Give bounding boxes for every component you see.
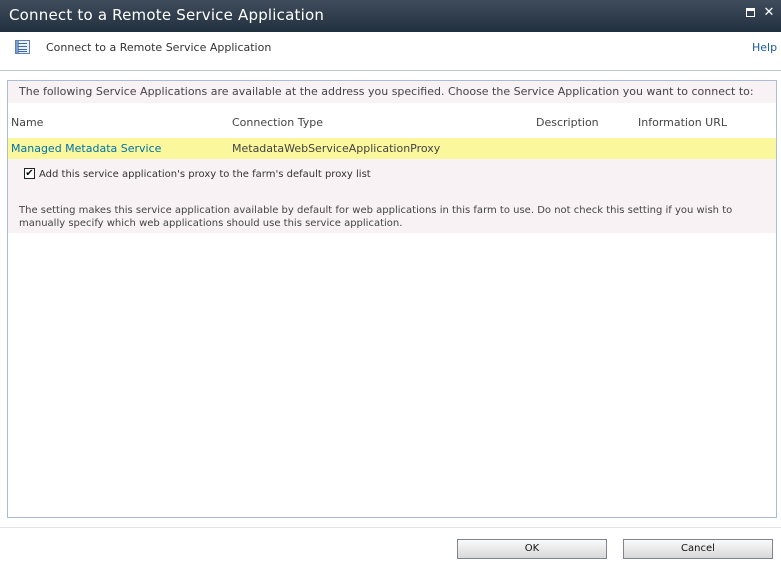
service-applications-panel: The following Service Applications are a… (7, 80, 777, 518)
help-link[interactable]: Help (752, 41, 777, 54)
intro-text: The following Service Applications are a… (8, 81, 776, 103)
column-header-information-url: Information URL (638, 116, 727, 129)
window-title: Connect to a Remote Service Application (9, 6, 325, 24)
connection-type-value: MetadataWebServiceApplicationProxy (232, 142, 441, 155)
row-detail-section: ✔ Add this service application's proxy t… (8, 159, 776, 233)
page-list-icon (15, 40, 30, 54)
default-proxy-checkbox-label[interactable]: Add this service application's proxy to … (39, 169, 371, 180)
header-divider (0, 70, 781, 71)
column-header-name: Name (11, 116, 44, 129)
maximize-icon[interactable] (745, 7, 757, 19)
column-header-connection-type: Connection Type (232, 116, 324, 129)
window-titlebar: Connect to a Remote Service Application … (0, 0, 781, 32)
page-title: Connect to a Remote Service Application (46, 41, 272, 54)
close-icon[interactable]: ✕ (763, 6, 775, 19)
dialog-header: Connect to a Remote Service Application … (0, 32, 781, 70)
service-application-link[interactable]: Managed Metadata Service (11, 142, 161, 155)
column-header-description: Description (536, 116, 599, 129)
table-row[interactable]: Managed Metadata Service MetadataWebServ… (8, 138, 776, 159)
cancel-button[interactable]: Cancel (623, 539, 773, 559)
footer-divider (0, 527, 781, 528)
setting-note: The setting makes this service applicati… (19, 205, 733, 229)
ok-button[interactable]: OK (457, 539, 607, 559)
default-proxy-checkbox[interactable]: ✔ (24, 168, 35, 179)
